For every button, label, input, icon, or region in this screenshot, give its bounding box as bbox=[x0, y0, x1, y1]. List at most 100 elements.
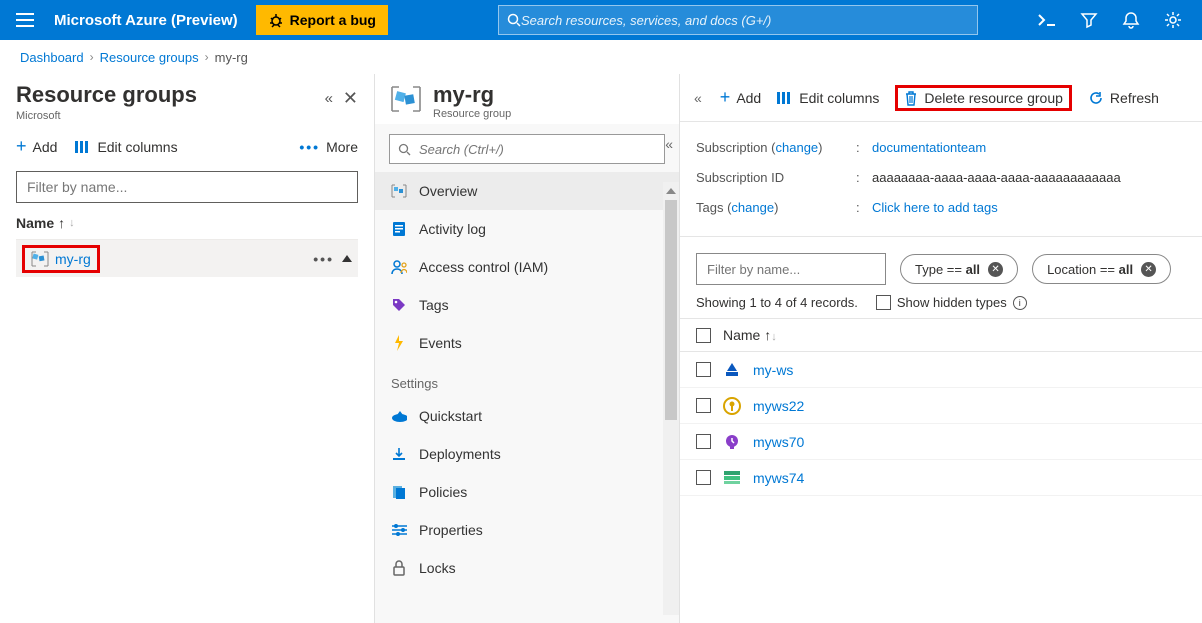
subscription-label: Subscription bbox=[696, 140, 768, 155]
breadcrumb-dashboard[interactable]: Dashboard bbox=[20, 50, 84, 65]
nav-policies[interactable]: Policies bbox=[375, 473, 679, 511]
resource-group-row[interactable]: my-rg ••• bbox=[16, 239, 358, 277]
tags-label: Tags bbox=[696, 200, 723, 215]
nav-activity-log[interactable]: Activity log bbox=[375, 210, 679, 248]
global-search[interactable] bbox=[498, 5, 978, 35]
global-search-input[interactable] bbox=[521, 13, 969, 28]
subscription-id-label: Subscription ID bbox=[696, 170, 856, 185]
subscription-link[interactable]: documentationteam bbox=[872, 140, 986, 155]
events-icon bbox=[391, 335, 407, 351]
blade-search[interactable] bbox=[389, 134, 665, 164]
row-checkbox[interactable] bbox=[696, 434, 711, 449]
edit-columns-button[interactable]: Edit columns bbox=[777, 90, 879, 106]
blade-search-input[interactable] bbox=[419, 142, 656, 157]
menu-icon[interactable] bbox=[8, 0, 42, 40]
add-tags-link[interactable]: Click here to add tags bbox=[872, 200, 998, 215]
breadcrumb: Dashboard › Resource groups › my-rg bbox=[0, 40, 1202, 74]
select-all-checkbox[interactable] bbox=[696, 328, 711, 343]
add-button[interactable]: +Add bbox=[720, 87, 761, 108]
lock-icon bbox=[391, 560, 407, 576]
change-tags-link[interactable]: change bbox=[731, 200, 774, 215]
product-brand: Microsoft Azure (Preview) bbox=[42, 12, 256, 29]
delete-resource-group-button[interactable]: Delete resource group bbox=[895, 85, 1072, 111]
cloud-shell-icon[interactable] bbox=[1026, 0, 1068, 40]
resource-link[interactable]: myws74 bbox=[753, 470, 804, 486]
resource-row[interactable]: myws22 bbox=[680, 388, 1202, 424]
nav-label: Policies bbox=[419, 484, 467, 500]
scroll-up-icon[interactable] bbox=[663, 182, 679, 200]
main-content-panel: « +Add Edit columns Delete resource grou… bbox=[680, 74, 1202, 623]
bug-icon bbox=[268, 12, 284, 28]
column-header-name[interactable]: Name ↑↓ bbox=[16, 203, 358, 239]
nav-quickstart[interactable]: Quickstart bbox=[375, 397, 679, 435]
type-filter-pill[interactable]: Type == all ✕ bbox=[900, 254, 1018, 284]
settings-icon[interactable] bbox=[1152, 0, 1194, 40]
resource-filter-input[interactable] bbox=[696, 253, 886, 285]
pill-label: Type == bbox=[915, 262, 966, 277]
pill-value: all bbox=[1119, 262, 1133, 277]
chevron-right-icon: › bbox=[90, 50, 94, 64]
row-checkbox[interactable] bbox=[696, 362, 711, 377]
trash-icon bbox=[904, 90, 918, 106]
more-button[interactable]: •••More bbox=[299, 139, 358, 155]
column-name-label: Name bbox=[16, 215, 54, 231]
filter-icon[interactable] bbox=[1068, 0, 1110, 40]
close-icon[interactable]: ✕ bbox=[343, 88, 358, 109]
nav-properties[interactable]: Properties bbox=[375, 511, 679, 549]
row-actions-icon[interactable]: ••• bbox=[313, 251, 336, 267]
quickstart-icon bbox=[391, 408, 407, 424]
more-icon: ••• bbox=[299, 139, 320, 155]
collapse-icon[interactable]: « bbox=[325, 90, 333, 107]
panel2-title: my-rg bbox=[433, 82, 511, 108]
report-bug-label: Report a bug bbox=[290, 12, 376, 28]
resource-group-link[interactable]: my-rg bbox=[55, 251, 91, 267]
resource-nav-panel: my-rg Resource group « Overview Activity… bbox=[375, 74, 680, 623]
nav-tags[interactable]: Tags bbox=[375, 286, 679, 324]
add-button[interactable]: +Add bbox=[16, 136, 57, 157]
properties-icon bbox=[391, 522, 407, 538]
row-checkbox[interactable] bbox=[696, 398, 711, 413]
collapse-icon[interactable]: « bbox=[694, 90, 702, 106]
report-bug-button[interactable]: Report a bug bbox=[256, 5, 388, 35]
filter-input[interactable] bbox=[16, 171, 358, 203]
column-name-label[interactable]: Name bbox=[723, 327, 760, 343]
delete-label: Delete resource group bbox=[924, 90, 1063, 106]
nav-events[interactable]: Events bbox=[375, 324, 679, 362]
policies-icon bbox=[391, 484, 407, 500]
scroll-thumb[interactable] bbox=[665, 200, 677, 420]
collapse-icon[interactable]: « bbox=[665, 136, 673, 152]
show-hidden-checkbox[interactable] bbox=[876, 295, 891, 310]
nav-locks[interactable]: Locks bbox=[375, 549, 679, 587]
refresh-button[interactable]: Refresh bbox=[1088, 90, 1159, 106]
nav-deployments[interactable]: Deployments bbox=[375, 435, 679, 473]
activity-log-icon bbox=[391, 221, 407, 237]
location-filter-pill[interactable]: Location == all ✕ bbox=[1032, 254, 1171, 284]
pill-value: all bbox=[966, 262, 980, 277]
scrollbar[interactable] bbox=[663, 200, 679, 615]
notifications-icon[interactable] bbox=[1110, 0, 1152, 40]
edit-columns-button[interactable]: Edit columns bbox=[75, 139, 177, 155]
nav-iam[interactable]: Access control (IAM) bbox=[375, 248, 679, 286]
resource-row[interactable]: my-ws bbox=[680, 352, 1202, 388]
refresh-label: Refresh bbox=[1110, 90, 1159, 106]
nav-label: Locks bbox=[419, 560, 456, 576]
info-icon[interactable]: i bbox=[1013, 296, 1027, 310]
scroll-up-icon[interactable] bbox=[342, 255, 352, 262]
nav-overview[interactable]: Overview bbox=[375, 172, 679, 210]
change-subscription-link[interactable]: change bbox=[776, 140, 819, 155]
nav-label: Properties bbox=[419, 522, 483, 538]
resource-row[interactable]: myws74 bbox=[680, 460, 1202, 496]
breadcrumb-resource-groups[interactable]: Resource groups bbox=[100, 50, 199, 65]
keyvault-icon bbox=[723, 397, 741, 415]
resource-link[interactable]: my-ws bbox=[753, 362, 793, 378]
essentials-section: Subscription (change) : documentationtea… bbox=[680, 122, 1202, 237]
resource-link[interactable]: myws70 bbox=[753, 434, 804, 450]
resource-row[interactable]: myws70 bbox=[680, 424, 1202, 460]
pill-label: Location == bbox=[1047, 262, 1119, 277]
row-checkbox[interactable] bbox=[696, 470, 711, 485]
resource-link[interactable]: myws22 bbox=[753, 398, 804, 414]
clear-filter-icon[interactable]: ✕ bbox=[988, 262, 1003, 277]
nav-label: Deployments bbox=[419, 446, 501, 462]
clear-filter-icon[interactable]: ✕ bbox=[1141, 262, 1156, 277]
record-count-text: Showing 1 to 4 of 4 records. bbox=[696, 295, 858, 310]
